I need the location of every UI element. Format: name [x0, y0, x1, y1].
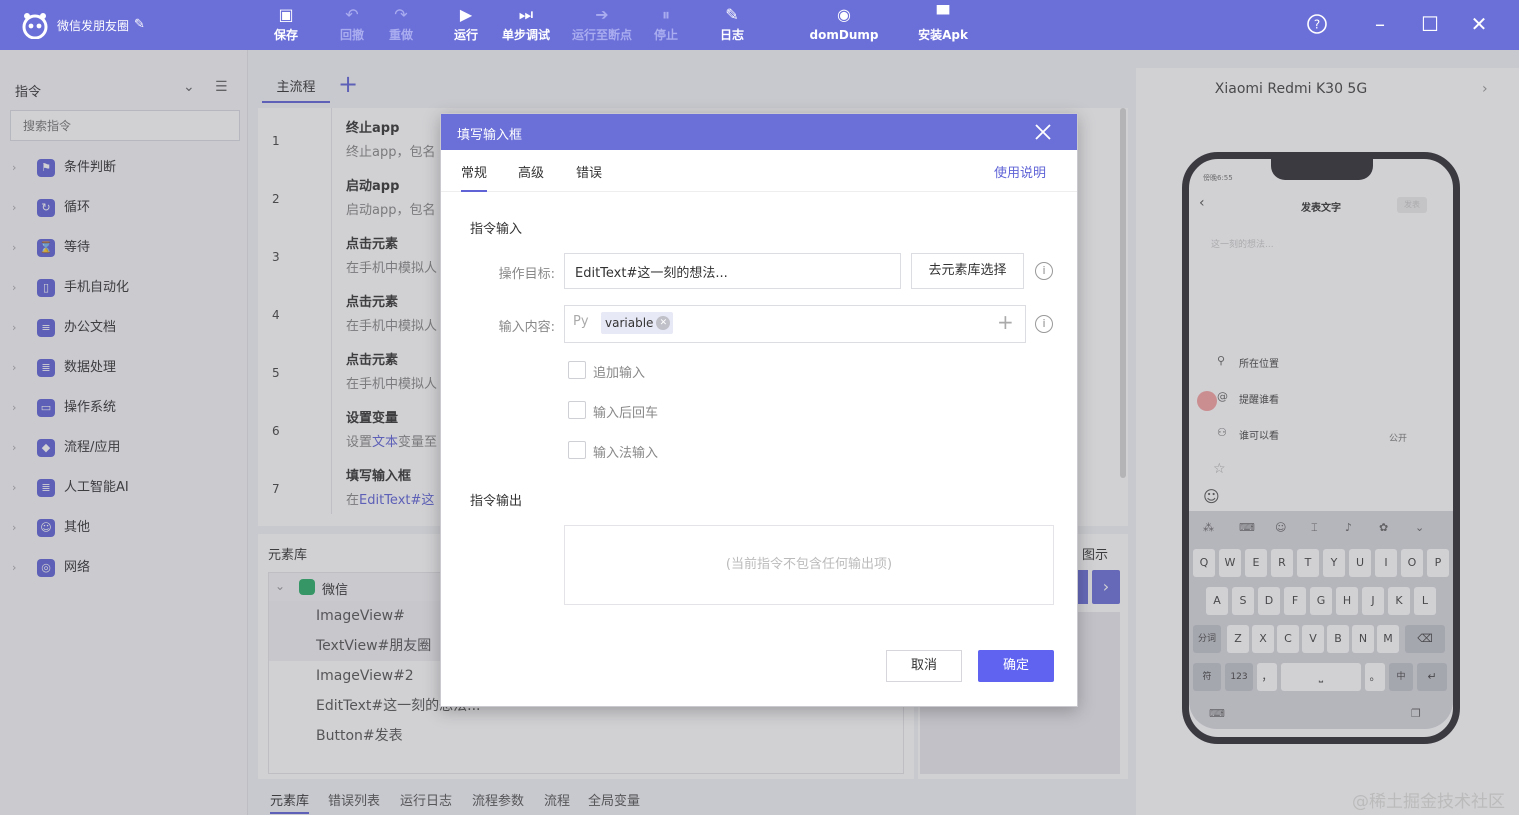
- select-from-library-button[interactable]: 去元素库选择: [911, 253, 1024, 289]
- dom-dump-button[interactable]: ◉ domDump: [806, 4, 882, 46]
- input-section-title: 指令输入: [470, 222, 523, 237]
- target-input[interactable]: [564, 253, 901, 289]
- run-to-breakpoint-button[interactable]: ➔ 运行至断点: [568, 4, 636, 46]
- log-label: 日志: [719, 28, 744, 42]
- log-button[interactable]: ✎ 日志: [716, 4, 748, 46]
- help-icon[interactable]: ?: [1305, 12, 1329, 36]
- run-button[interactable]: ▶ 运行: [450, 4, 482, 46]
- step-debug-icon: ⏭: [518, 5, 534, 24]
- help-link[interactable]: 使用说明: [994, 162, 1046, 181]
- edit-title-icon[interactable]: ✎: [134, 17, 145, 32]
- svg-text:?: ?: [1314, 18, 1320, 32]
- undo-button[interactable]: ↶ 回撤: [336, 4, 368, 46]
- app-title: 微信发朋友圈: [57, 19, 130, 33]
- variable-chip[interactable]: variable ✕: [601, 312, 674, 334]
- redo-icon: ↷: [394, 5, 408, 24]
- enter-after-input-checkbox[interactable]: [568, 401, 586, 419]
- save-icon: ▣: [278, 5, 294, 24]
- minimize-icon[interactable]: –: [1368, 12, 1392, 36]
- stop-label: 停止: [653, 28, 678, 42]
- output-section-title: 指令输出: [470, 494, 523, 509]
- stop-button[interactable]: ⏸ 停止: [650, 4, 682, 46]
- save-label: 保存: [273, 28, 298, 42]
- content-input[interactable]: Py variable ✕ +: [564, 305, 1026, 343]
- step-debug-label: 单步调试: [501, 28, 550, 42]
- variable-chip-label: variable: [605, 316, 654, 330]
- app-logo-icon: [22, 13, 48, 39]
- append-input-checkbox[interactable]: [568, 361, 586, 379]
- android-icon: ▀: [936, 5, 950, 24]
- dialog-title: 填写输入框: [457, 128, 523, 143]
- cancel-button[interactable]: 取消: [886, 650, 962, 682]
- remove-chip-icon[interactable]: ✕: [656, 316, 671, 330]
- redo-button[interactable]: ↷ 重做: [385, 4, 417, 46]
- run-to-breakpoint-label: 运行至断点: [571, 28, 632, 42]
- content-label: 输入内容:: [498, 320, 555, 335]
- watermark: @稀土掘金技术社区: [1352, 792, 1505, 812]
- undo-icon: ↶: [345, 5, 359, 24]
- add-icon[interactable]: +: [997, 310, 1014, 334]
- install-apk-label: 安装Apk: [918, 28, 968, 42]
- info-icon[interactable]: i: [1035, 315, 1053, 333]
- stop-icon: ⏸: [661, 5, 670, 24]
- save-button[interactable]: ▣ 保存: [270, 4, 302, 46]
- close-window-icon[interactable]: ✕: [1467, 12, 1491, 36]
- dom-dump-label: domDump: [809, 28, 879, 42]
- target-label: 操作目标:: [498, 267, 555, 282]
- append-input-label: 追加输入: [593, 366, 646, 381]
- log-icon: ✎: [725, 5, 739, 24]
- tab-advanced[interactable]: 高级: [518, 162, 544, 181]
- ime-input-checkbox[interactable]: [568, 441, 586, 459]
- tab-error[interactable]: 错误: [576, 162, 602, 181]
- install-apk-button[interactable]: ▀ 安装Apk: [914, 4, 972, 46]
- undo-label: 回撤: [339, 28, 364, 42]
- tab-general[interactable]: 常规: [461, 162, 488, 192]
- dom-dump-icon: ◉: [837, 5, 851, 24]
- run-label: 运行: [453, 28, 478, 42]
- info-icon[interactable]: i: [1035, 262, 1053, 280]
- redo-label: 重做: [388, 28, 413, 42]
- breakpoint-icon: ➔: [595, 5, 609, 24]
- top-toolbar: 微信发朋友圈 ✎ ▣ 保存 ↶ 回撤 ↷ 重做 ▶ 运行 ⏭ 单步调试 ➔ 运行…: [0, 0, 1519, 50]
- python-mode-toggle[interactable]: Py: [573, 314, 589, 329]
- output-empty-box: (当前指令不包含任何输出项): [564, 525, 1054, 605]
- confirm-button[interactable]: 确定: [978, 650, 1054, 682]
- dialog-tab-bar: 常规 高级 错误 使用说明: [441, 150, 1077, 192]
- dialog-header: 填写输入框: [441, 114, 1077, 150]
- enter-after-input-label: 输入后回车: [593, 406, 659, 421]
- ime-input-label: 输入法输入: [593, 446, 659, 461]
- close-icon[interactable]: [1031, 120, 1055, 144]
- maximize-icon[interactable]: ☐: [1418, 12, 1442, 36]
- run-icon: ▶: [459, 5, 473, 24]
- fill-input-dialog: 填写输入框 常规 高级 错误 使用说明 指令输入 操作目标: 去元素库选择 i …: [440, 113, 1078, 707]
- step-debug-button[interactable]: ⏭ 单步调试: [498, 4, 554, 46]
